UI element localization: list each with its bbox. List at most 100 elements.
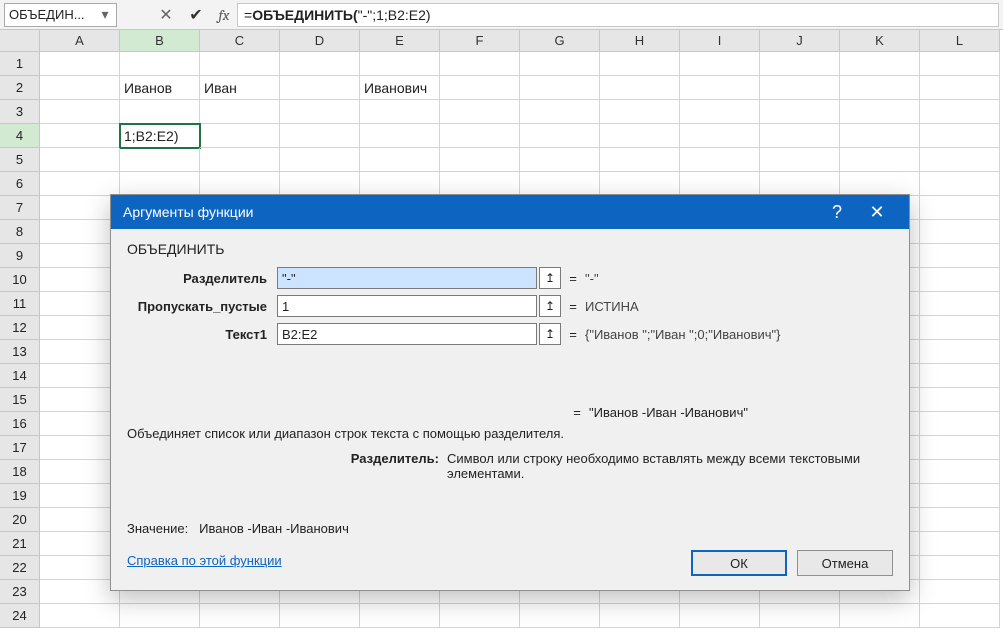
cell-B24[interactable] — [120, 604, 200, 628]
cancel-button[interactable]: Отмена — [797, 550, 893, 576]
cell-L15[interactable] — [920, 388, 1000, 412]
cell-G24[interactable] — [520, 604, 600, 628]
cell-A23[interactable] — [40, 580, 120, 604]
cell-C5[interactable] — [200, 148, 280, 172]
cell-A15[interactable] — [40, 388, 120, 412]
cell-B4[interactable]: 1;B2:E2) — [120, 124, 200, 148]
cell-L23[interactable] — [920, 580, 1000, 604]
row-header-23[interactable]: 23 — [0, 580, 40, 604]
cell-C24[interactable] — [200, 604, 280, 628]
cell-L18[interactable] — [920, 460, 1000, 484]
row-header-1[interactable]: 1 — [0, 52, 40, 76]
cell-H2[interactable] — [600, 76, 680, 100]
cell-A10[interactable] — [40, 268, 120, 292]
row-header-21[interactable]: 21 — [0, 532, 40, 556]
cell-A14[interactable] — [40, 364, 120, 388]
cell-D4[interactable] — [280, 124, 360, 148]
cell-K3[interactable] — [840, 100, 920, 124]
cell-C2[interactable]: Иван — [200, 76, 280, 100]
cell-L17[interactable] — [920, 436, 1000, 460]
column-header-L[interactable]: L — [920, 30, 1000, 52]
cell-H24[interactable] — [600, 604, 680, 628]
cell-I4[interactable] — [680, 124, 760, 148]
cell-A5[interactable] — [40, 148, 120, 172]
cell-A17[interactable] — [40, 436, 120, 460]
row-header-8[interactable]: 8 — [0, 220, 40, 244]
cell-E1[interactable] — [360, 52, 440, 76]
cell-A11[interactable] — [40, 292, 120, 316]
cell-A6[interactable] — [40, 172, 120, 196]
column-header-E[interactable]: E — [360, 30, 440, 52]
cell-F1[interactable] — [440, 52, 520, 76]
cell-A4[interactable] — [40, 124, 120, 148]
arg-input-0[interactable]: "-" — [277, 267, 537, 289]
cell-H4[interactable] — [600, 124, 680, 148]
row-header-6[interactable]: 6 — [0, 172, 40, 196]
cell-L8[interactable] — [920, 220, 1000, 244]
cell-B1[interactable] — [120, 52, 200, 76]
row-header-3[interactable]: 3 — [0, 100, 40, 124]
row-header-2[interactable]: 2 — [0, 76, 40, 100]
cell-D5[interactable] — [280, 148, 360, 172]
column-header-C[interactable]: C — [200, 30, 280, 52]
column-header-B[interactable]: B — [120, 30, 200, 52]
help-link[interactable]: Справка по этой функции — [127, 553, 282, 568]
cell-J2[interactable] — [760, 76, 840, 100]
cell-E5[interactable] — [360, 148, 440, 172]
fx-icon[interactable]: fx — [211, 6, 237, 24]
cell-K24[interactable] — [840, 604, 920, 628]
row-header-18[interactable]: 18 — [0, 460, 40, 484]
cell-L12[interactable] — [920, 316, 1000, 340]
cell-L3[interactable] — [920, 100, 1000, 124]
cell-F3[interactable] — [440, 100, 520, 124]
cell-I5[interactable] — [680, 148, 760, 172]
row-header-10[interactable]: 10 — [0, 268, 40, 292]
cell-G1[interactable] — [520, 52, 600, 76]
cell-A13[interactable] — [40, 340, 120, 364]
cell-A24[interactable] — [40, 604, 120, 628]
cell-L16[interactable] — [920, 412, 1000, 436]
cell-J1[interactable] — [760, 52, 840, 76]
cell-G2[interactable] — [520, 76, 600, 100]
formula-input[interactable]: =ОБЪЕДИНИТЬ("-";1;B2:E2) — [237, 3, 999, 27]
cell-L21[interactable] — [920, 532, 1000, 556]
cell-C6[interactable] — [200, 172, 280, 196]
cell-K2[interactable] — [840, 76, 920, 100]
cell-A20[interactable] — [40, 508, 120, 532]
cell-B6[interactable] — [120, 172, 200, 196]
cell-I24[interactable] — [680, 604, 760, 628]
row-header-22[interactable]: 22 — [0, 556, 40, 580]
cell-D6[interactable] — [280, 172, 360, 196]
cell-J4[interactable] — [760, 124, 840, 148]
cell-G5[interactable] — [520, 148, 600, 172]
row-header-20[interactable]: 20 — [0, 508, 40, 532]
cell-A3[interactable] — [40, 100, 120, 124]
cell-K5[interactable] — [840, 148, 920, 172]
cell-F24[interactable] — [440, 604, 520, 628]
cell-L14[interactable] — [920, 364, 1000, 388]
cell-K1[interactable] — [840, 52, 920, 76]
collapse-icon[interactable]: ↥ — [539, 323, 561, 345]
cell-J5[interactable] — [760, 148, 840, 172]
row-header-11[interactable]: 11 — [0, 292, 40, 316]
cell-J3[interactable] — [760, 100, 840, 124]
cell-H6[interactable] — [600, 172, 680, 196]
cell-G3[interactable] — [520, 100, 600, 124]
cell-E4[interactable] — [360, 124, 440, 148]
column-header-A[interactable]: A — [40, 30, 120, 52]
cell-L24[interactable] — [920, 604, 1000, 628]
cell-L4[interactable] — [920, 124, 1000, 148]
cell-D2[interactable] — [280, 76, 360, 100]
cell-L1[interactable] — [920, 52, 1000, 76]
row-header-24[interactable]: 24 — [0, 604, 40, 628]
cell-A18[interactable] — [40, 460, 120, 484]
name-box[interactable]: ОБЪЕДИН... ▾ — [4, 3, 117, 27]
cell-I1[interactable] — [680, 52, 760, 76]
column-header-I[interactable]: I — [680, 30, 760, 52]
cell-B3[interactable] — [120, 100, 200, 124]
cell-I3[interactable] — [680, 100, 760, 124]
column-header-J[interactable]: J — [760, 30, 840, 52]
collapse-icon[interactable]: ↥ — [539, 295, 561, 317]
cell-L5[interactable] — [920, 148, 1000, 172]
row-header-19[interactable]: 19 — [0, 484, 40, 508]
